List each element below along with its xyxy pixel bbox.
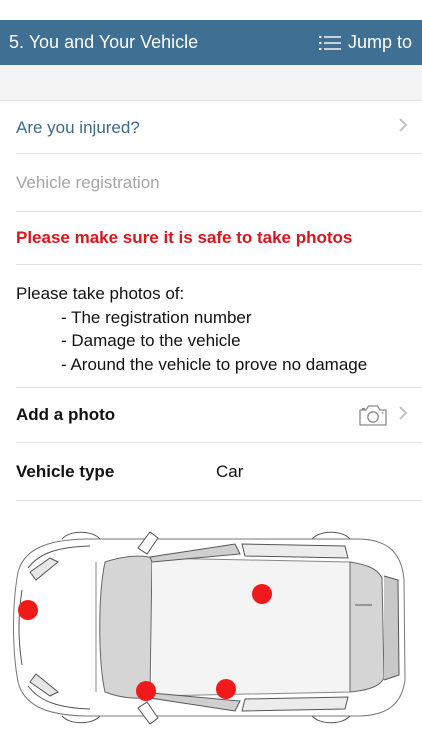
vehicle-type-label: Vehicle type [16, 461, 115, 481]
instruction-item: - The registration number [61, 307, 252, 327]
safety-warning: Please make sure it is safe to take phot… [16, 228, 353, 247]
damage-marker[interactable] [252, 584, 272, 604]
page-title: 5. You and Your Vehicle [9, 32, 199, 52]
vehicle-type-value: Car [216, 461, 244, 481]
jump-to-button[interactable]: Jump to [318, 32, 412, 53]
list-icon [318, 35, 341, 51]
injured-label: Are you injured? [16, 117, 140, 137]
section-spacer [0, 65, 422, 101]
damage-marker[interactable] [136, 681, 156, 701]
registration-row [16, 154, 422, 212]
instructions-intro: Please take photos of: [16, 284, 185, 303]
status-bar [0, 0, 422, 20]
nav-bar: 5. You and Your Vehicle Jump to [0, 20, 422, 65]
add-photo-row[interactable]: Add a photo [16, 388, 422, 443]
damage-marker[interactable] [18, 600, 38, 620]
camera-icon[interactable] [358, 403, 388, 427]
damage-marker[interactable] [216, 679, 236, 699]
vehicle-registration-input[interactable] [16, 172, 396, 193]
instruction-item: - Around the vehicle to prove no damage [61, 354, 368, 374]
car-damage-diagram[interactable] [0, 510, 422, 750]
add-photo-label: Add a photo [16, 405, 116, 424]
vehicle-type-row[interactable]: Vehicle type Car [16, 443, 422, 501]
chevron-right-icon [398, 405, 408, 426]
warning-row: Please make sure it is safe to take phot… [16, 212, 422, 265]
chevron-right-icon [398, 117, 408, 138]
jump-to-label: Jump to [347, 32, 412, 52]
instruction-item: - Damage to the vehicle [61, 331, 241, 350]
injured-row[interactable]: Are you injured? [16, 102, 422, 154]
instructions-block: Please take photos of: - The registratio… [16, 265, 422, 388]
